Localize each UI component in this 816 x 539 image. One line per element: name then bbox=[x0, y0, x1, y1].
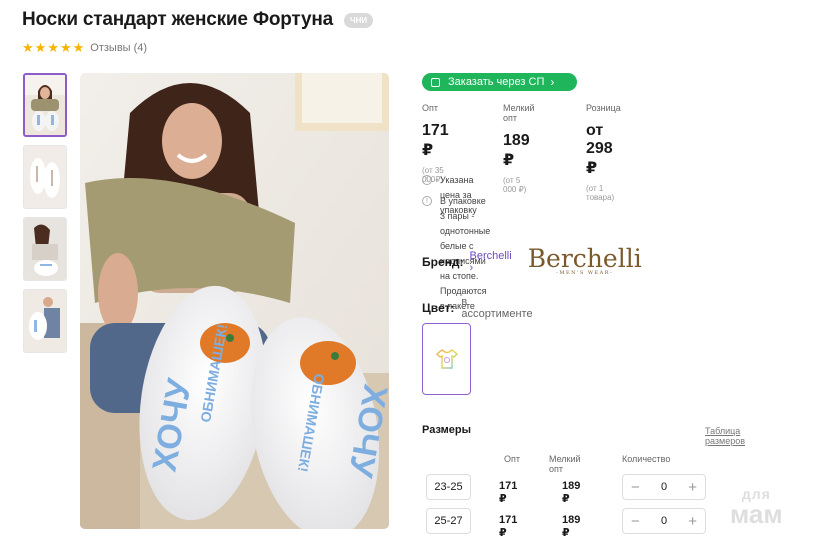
price-value: 171 ₽ bbox=[422, 122, 449, 159]
quantity-stepper: − 0 + bbox=[622, 508, 706, 534]
size-pill[interactable]: 25-27 bbox=[426, 508, 471, 534]
star-icon: ★ bbox=[72, 40, 85, 55]
size-pill[interactable]: 23-25 bbox=[426, 474, 471, 500]
header-small-opt: Мелкий опт bbox=[549, 454, 581, 474]
watermark-bottom: мам bbox=[730, 499, 783, 529]
product-title: Носки стандарт женские Фортуна bbox=[22, 9, 334, 30]
quantity-stepper: − 0 + bbox=[622, 474, 706, 500]
price-label: Розница bbox=[586, 103, 621, 113]
size-small-opt-price: 189 ₽ bbox=[562, 514, 581, 539]
thumbnail-list bbox=[23, 73, 67, 361]
price-wholesale: Опт 171 ₽ (от 35 000₽) bbox=[422, 103, 449, 184]
size-table-link[interactable]: Таблица размеров bbox=[705, 426, 745, 446]
price-min-order: (от 1 товара) bbox=[586, 184, 615, 202]
star-icon: ★ bbox=[22, 40, 34, 55]
header-opt: Опт bbox=[504, 454, 520, 464]
site-watermark: для мам bbox=[730, 487, 783, 527]
thumbnail-3[interactable] bbox=[23, 217, 67, 281]
price-min-order: (от 5 000 ₽) bbox=[503, 176, 527, 194]
price-value: 189 ₽ bbox=[503, 132, 530, 169]
brand-logo[interactable]: Berchelli -MEN'S WEAR- bbox=[527, 244, 642, 276]
color-row: Цвет: в ассортименте bbox=[422, 296, 533, 320]
size-small-opt-price: 189 ₽ bbox=[562, 480, 581, 505]
thumbnail-2[interactable] bbox=[23, 145, 67, 209]
order-via-sp-button[interactable]: Заказать через СП › bbox=[422, 73, 577, 91]
minus-icon[interactable]: − bbox=[631, 513, 640, 530]
star-icon: ★ bbox=[59, 40, 72, 55]
size-opt-price: 171 ₽ bbox=[499, 480, 518, 505]
chevron-right-icon: › bbox=[550, 75, 555, 89]
brand-link-text: Berchelli bbox=[469, 249, 512, 262]
plus-icon[interactable]: + bbox=[688, 479, 697, 496]
thumbnail-4[interactable] bbox=[23, 289, 67, 353]
price-value: от 298 ₽ bbox=[586, 122, 613, 177]
brand-logo-main: Berchelli bbox=[527, 244, 642, 273]
quantity-value[interactable]: 0 bbox=[661, 481, 667, 493]
brand-link[interactable]: Berchelli › bbox=[470, 250, 512, 274]
star-icon: ★ bbox=[34, 40, 47, 55]
thumbnail-1[interactable] bbox=[23, 73, 67, 137]
price-label: Мелкий опт bbox=[503, 103, 535, 123]
reviews-link[interactable]: Отзывы (4) bbox=[90, 42, 147, 54]
star-icon: ★ bbox=[47, 40, 59, 55]
rating-row[interactable]: ★ ★ ★ ★ ★ Отзывы (4) bbox=[22, 41, 147, 54]
color-value: в ассортименте bbox=[461, 296, 533, 320]
brand-row: Бренд: Berchelli › Berchelli -MEN'S WEAR… bbox=[422, 244, 642, 276]
title-row: Носки стандарт женские Фортуна ЧНИ bbox=[22, 9, 374, 31]
sizes-title: Размеры bbox=[422, 424, 472, 436]
plus-icon[interactable]: + bbox=[688, 513, 697, 530]
info-icon: ! bbox=[422, 175, 432, 185]
header-quantity: Количество bbox=[622, 454, 671, 464]
main-product-photo[interactable]: ХОЧУ ОБНИМАШЕК! ХОЧУ ОБНИМАШЕК! bbox=[80, 73, 389, 529]
price-label: Опт bbox=[422, 103, 438, 113]
order-via-sp-label: Заказать через СП bbox=[448, 76, 545, 88]
minus-icon[interactable]: − bbox=[631, 479, 640, 496]
brand-label: Бренд: bbox=[422, 254, 464, 269]
size-opt-price: 171 ₽ bbox=[499, 514, 518, 539]
info-icon: ! bbox=[422, 196, 432, 206]
color-swatch-assorted[interactable] bbox=[422, 323, 471, 395]
tshirt-icon bbox=[435, 349, 458, 369]
quantity-value[interactable]: 0 bbox=[661, 515, 667, 527]
price-small-wholesale: Мелкий опт 189 ₽ (от 5 000 ₽) bbox=[503, 103, 535, 194]
price-retail: Розница от 298 ₽ (от 1 товара) bbox=[586, 103, 621, 202]
shopping-bag-icon bbox=[431, 77, 440, 87]
supplier-badge[interactable]: ЧНИ bbox=[344, 12, 374, 28]
color-label: Цвет: bbox=[422, 301, 455, 315]
